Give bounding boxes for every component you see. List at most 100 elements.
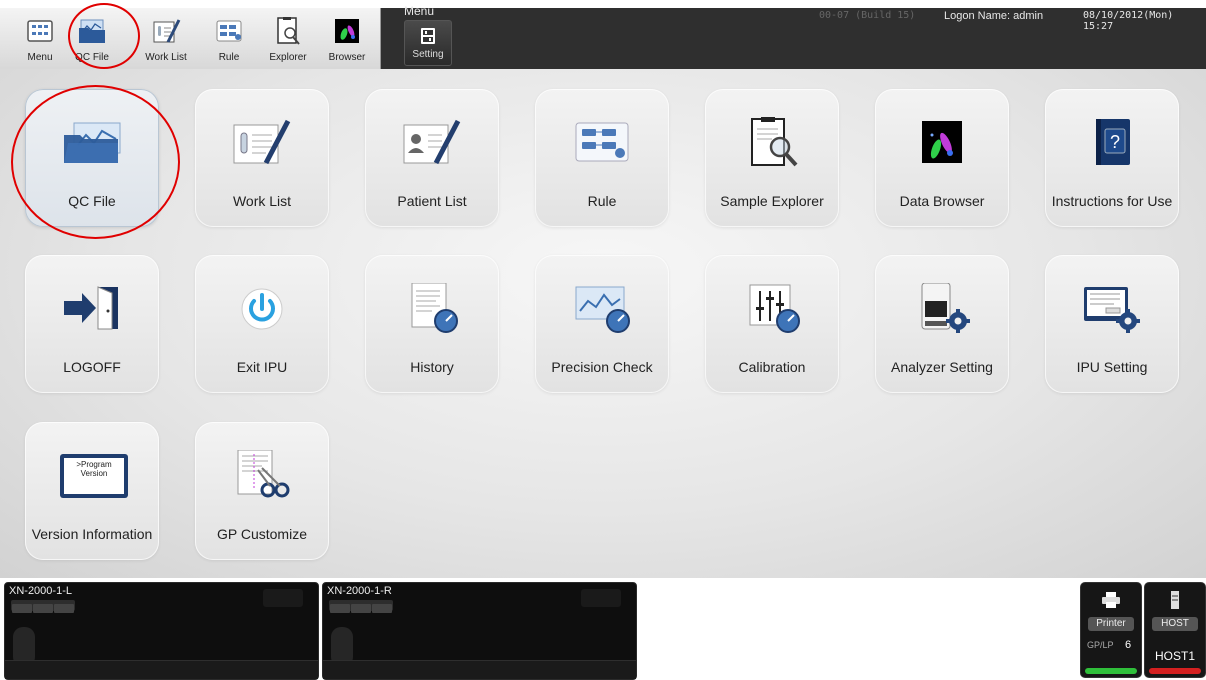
tile-rule[interactable]: Rule (535, 89, 669, 227)
shortcut-bar: Menu QC File Work List Rule Explorer Bro… (0, 8, 381, 69)
printer-count: 6 (1125, 639, 1132, 651)
version-info-icon: >Program Version (60, 454, 128, 498)
printer-status-button[interactable]: Printer GP/LP 6 (1080, 582, 1142, 678)
tile-label: Analyzer Setting (891, 359, 993, 375)
analyzer-panel-right[interactable]: XN-2000-1-R (322, 582, 637, 680)
tile-label: Sample Explorer (720, 193, 824, 209)
qc-file-icon (79, 19, 105, 43)
tile-work-list[interactable]: Work List (195, 89, 329, 227)
analyzer-panel-left[interactable]: XN-2000-1-L (4, 582, 319, 680)
shortcut-qc-file[interactable]: QC File (66, 12, 118, 67)
tile-label: Patient List (397, 193, 467, 209)
tile-label: Exit IPU (236, 359, 288, 375)
tile-label: Work List (232, 193, 292, 209)
tile-precision-check[interactable]: Precision Check (535, 255, 669, 393)
build-version: 00-07 (Build 15) (819, 10, 916, 21)
host-label: HOST (1152, 617, 1198, 631)
shortcut-label: Work List (145, 52, 187, 63)
printer-label: Printer (1088, 617, 1134, 631)
shortcut-label: Browser (328, 52, 366, 63)
tile-data-browser[interactable]: Data Browser (875, 89, 1009, 227)
setting-button[interactable]: Setting (404, 20, 452, 66)
analyzer-status-bar (5, 660, 318, 679)
analyzer-name: XN-2000-1-L (9, 585, 72, 597)
tile-instructions-for-use[interactable]: ? Instructions for Use (1045, 89, 1179, 227)
analyzer-controls (329, 600, 393, 613)
shortcut-browser[interactable]: Browser (321, 12, 373, 67)
shortcut-menu[interactable]: Menu (14, 12, 66, 67)
explorer-icon (277, 17, 300, 45)
tile-label: Instructions for Use (1051, 193, 1173, 209)
tile-patient-list[interactable]: Patient List (365, 89, 499, 227)
analyzer-status-bar (323, 660, 636, 679)
tile-version-information[interactable]: >Program Version Version Information (25, 422, 159, 560)
menu-group-label: Menu (404, 4, 435, 18)
setting-icon (421, 28, 435, 44)
work-list-icon (153, 19, 181, 43)
tile-ipu-setting[interactable]: IPU Setting (1045, 255, 1179, 393)
qc-file-icon (64, 122, 121, 163)
tile-calibration[interactable]: Calibration (705, 255, 839, 393)
calibration-icon (749, 284, 800, 333)
logoff-door-icon (64, 286, 118, 330)
printer-sub-label: GP/LP (1087, 640, 1114, 650)
host-status-button[interactable]: HOST HOST1 (1144, 582, 1206, 678)
sample-explorer-icon (751, 117, 798, 167)
shortcut-explorer[interactable]: Explorer (262, 12, 314, 67)
tile-qc-file[interactable]: QC File (25, 89, 159, 227)
help-book-icon: ? (1096, 119, 1130, 165)
data-browser-icon (922, 121, 962, 163)
tile-label: Precision Check (551, 359, 653, 375)
tile-label: Version Information (31, 526, 153, 542)
printer-status-led (1085, 668, 1137, 674)
gp-customize-icon (237, 450, 290, 498)
tile-gp-customize[interactable]: GP Customize (195, 422, 329, 560)
analyzer-controls (11, 600, 75, 613)
browser-icon (335, 19, 359, 43)
printer-icon (1102, 592, 1120, 608)
history-icon (411, 283, 458, 333)
patient-list-icon (403, 119, 461, 165)
tile-sample-explorer[interactable]: Sample Explorer (705, 89, 839, 227)
svg-text:?: ? (1110, 132, 1120, 152)
tile-analyzer-setting[interactable]: Analyzer Setting (875, 255, 1009, 393)
tile-label: LOGOFF (63, 359, 121, 375)
tile-label: Data Browser (899, 193, 985, 209)
analyzer-indicator (263, 589, 303, 607)
date-time: 08/10/2012(Mon) 15:27 (1083, 10, 1174, 32)
ipu-setting-icon (1084, 287, 1140, 333)
rule-icon (216, 20, 242, 42)
precision-check-icon (575, 286, 630, 333)
shortcut-work-list[interactable]: Work List (140, 12, 192, 67)
logon-name: Logon Name: admin (944, 10, 1044, 22)
shortcut-label: Menu (27, 52, 53, 63)
shortcut-label: Explorer (269, 52, 307, 63)
work-list-icon (233, 119, 291, 165)
tile-label: Rule (587, 193, 617, 209)
power-icon (241, 288, 283, 330)
tile-logoff[interactable]: LOGOFF (25, 255, 159, 393)
host-status-led (1149, 668, 1201, 674)
host-server-icon (1171, 591, 1179, 609)
shortcut-label: Rule (218, 52, 240, 63)
tile-history[interactable]: History (365, 255, 499, 393)
analyzer-name: XN-2000-1-R (327, 585, 392, 597)
tile-label: History (410, 359, 454, 375)
main-menu-panel: QC File Work List Patient List Rule Samp… (0, 69, 1206, 578)
analyzer-setting-icon (921, 283, 970, 333)
tile-label: IPU Setting (1076, 359, 1148, 375)
status-area: XN-2000-1-L XN-2000-1-R Printer GP/LP 6 … (0, 578, 1206, 680)
tile-label: QC File (68, 193, 116, 209)
tile-exit-ipu[interactable]: Exit IPU (195, 255, 329, 393)
host-name: HOST1 (1154, 649, 1195, 663)
tile-label: GP Customize (217, 526, 307, 542)
analyzer-indicator (581, 589, 621, 607)
rule-icon (575, 122, 629, 162)
menu-grid-icon (27, 20, 53, 42)
version-info-icon-text: >Program Version (64, 458, 124, 494)
top-bar: Menu QC File Work List Rule Explorer Bro… (0, 4, 1206, 69)
tile-label: Calibration (738, 359, 806, 375)
shortcut-rule[interactable]: Rule (203, 12, 255, 67)
shortcut-label: QC File (75, 52, 109, 63)
setting-label: Setting (412, 49, 444, 60)
